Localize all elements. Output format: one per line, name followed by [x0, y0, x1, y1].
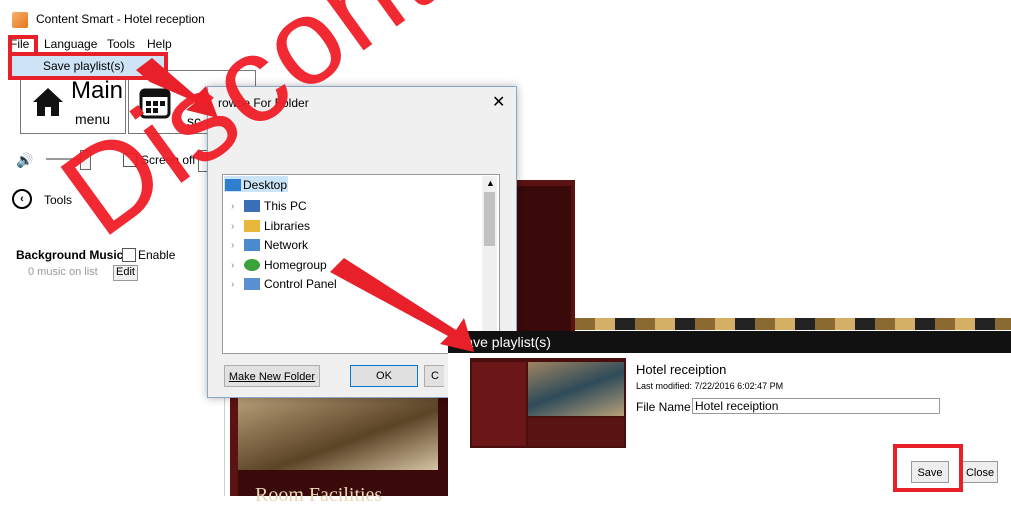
- arrow-to-save: [330, 258, 474, 352]
